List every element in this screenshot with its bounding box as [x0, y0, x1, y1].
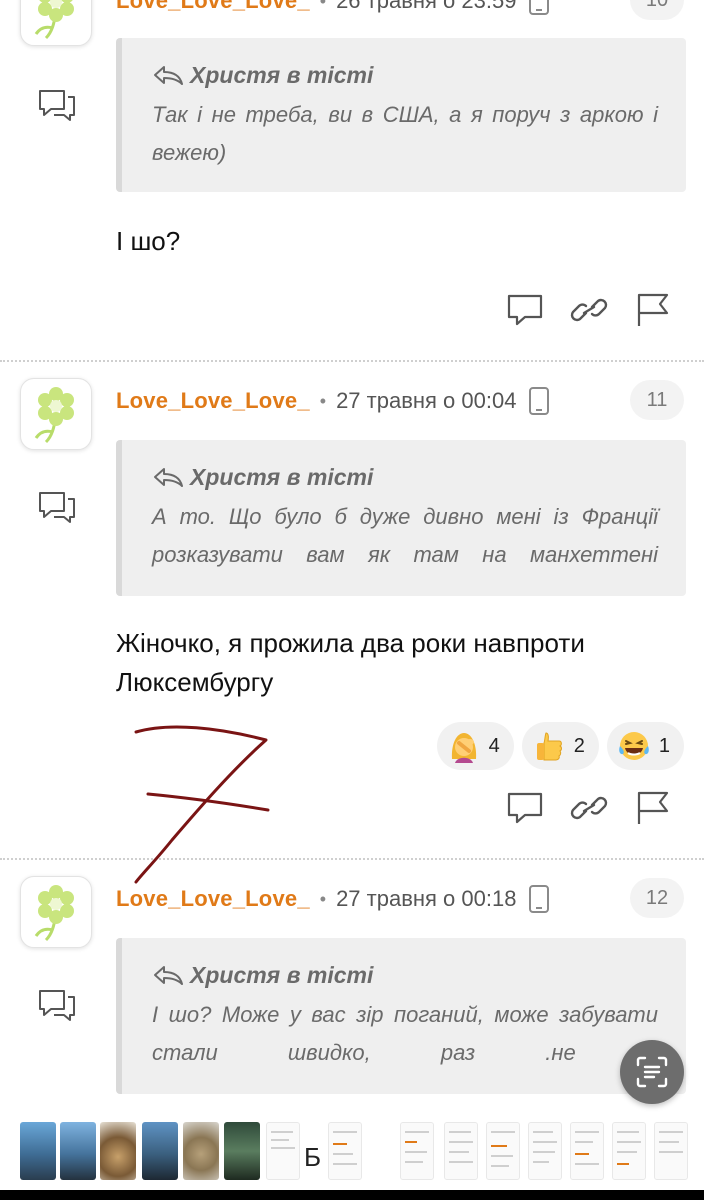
- photo-thumbnail[interactable]: [224, 1122, 260, 1180]
- quote-author[interactable]: Христя в тісті: [190, 62, 373, 89]
- screenshot-thumbnail[interactable]: [444, 1122, 478, 1180]
- photo-thumbnail[interactable]: [142, 1122, 178, 1180]
- flower-avatar-icon: [34, 885, 74, 942]
- photo-thumbnail[interactable]: [20, 1122, 56, 1180]
- separator-dot: •: [319, 888, 327, 909]
- comment-body: Жіночко, я прожила два роки навпроти Люк…: [116, 624, 676, 702]
- photo-thumbnail[interactable]: [60, 1122, 96, 1180]
- quote-author[interactable]: Христя в тісті: [190, 464, 373, 491]
- quote-header: Христя в тісті: [152, 960, 658, 990]
- screenshot-thumbnail[interactable]: [528, 1122, 562, 1180]
- strip-label: Б: [302, 1142, 324, 1173]
- reply-arrow-icon: [154, 66, 183, 85]
- reply-icon[interactable]: [37, 988, 77, 1022]
- screenshot-thumbnail[interactable]: [570, 1122, 604, 1180]
- mobile-phone-icon: [529, 387, 550, 415]
- comment-meta: Love_Love_Love_ • 27 травня о 00:04: [116, 386, 550, 416]
- quote-header: Христя в тісті: [152, 60, 658, 90]
- comment-body-line: Жіночко, я прожила два роки навпроти: [116, 628, 585, 658]
- report-button[interactable]: [632, 291, 674, 329]
- author-name[interactable]: Love_Love_Love_: [116, 388, 310, 414]
- comment-number-badge[interactable]: 11: [630, 380, 684, 420]
- comment-number-badge[interactable]: 12: [630, 878, 684, 918]
- reply-button[interactable]: [504, 789, 546, 827]
- comment-meta: Love_Love_Love_ • 26 травня о 23:59: [116, 0, 550, 16]
- quote-text: І шо? Може у вас зір поганий, може забув…: [152, 1002, 658, 1065]
- mobile-phone-icon: [529, 0, 550, 15]
- reaction-laughing[interactable]: 1: [606, 722, 684, 770]
- quote-text: А то. Що було б дуже дивно мені із Франц…: [152, 504, 658, 567]
- photo-thumbnail[interactable]: [100, 1122, 136, 1180]
- reply-icon[interactable]: [37, 490, 77, 524]
- comment-divider: [0, 360, 704, 362]
- quoted-reply[interactable]: Христя в тісті І шо? Може у вас зір пога…: [116, 938, 686, 1094]
- quoted-reply[interactable]: Христя в тісті А то. Що було б дуже дивн…: [116, 440, 686, 596]
- flower-avatar-icon: [34, 387, 74, 444]
- speech-bubble-icon: [507, 792, 543, 824]
- share-link-button[interactable]: [568, 789, 610, 827]
- bottom-bar: [0, 1190, 704, 1200]
- author-name[interactable]: Love_Love_Love_: [116, 0, 310, 14]
- screenshot-thumbnail[interactable]: [400, 1122, 434, 1180]
- comment-date: 27 травня о 00:18: [336, 886, 517, 911]
- thumbs-up-icon: [536, 732, 562, 761]
- comment-date: 26 травня о 23:59: [336, 0, 517, 13]
- reaction-facepalm[interactable]: 4: [436, 722, 514, 770]
- reaction-count: 1: [658, 734, 670, 757]
- reply-icon[interactable]: [37, 88, 77, 122]
- flower-avatar-icon: [34, 0, 74, 40]
- avatar[interactable]: [20, 876, 92, 948]
- screenshot-thumbnail[interactable]: [486, 1122, 520, 1180]
- separator-dot: •: [319, 390, 327, 411]
- reply-arrow-icon: [154, 966, 183, 985]
- facepalm-woman-icon: [451, 733, 476, 763]
- link-icon: [570, 796, 608, 820]
- avatar[interactable]: [20, 378, 92, 450]
- laughing-tears-icon: [619, 732, 649, 760]
- flag-icon: [637, 293, 669, 326]
- text-scan-button[interactable]: [620, 1040, 684, 1104]
- reaction-count: 4: [488, 734, 500, 757]
- link-icon: [570, 298, 608, 322]
- screenshot-thumbnail[interactable]: [612, 1122, 646, 1180]
- flag-icon: [637, 791, 669, 824]
- comment-actions: [482, 788, 674, 828]
- comment-date: 27 травня о 00:04: [336, 388, 517, 413]
- comment-number-badge[interactable]: 10: [630, 0, 684, 20]
- author-name[interactable]: Love_Love_Love_: [116, 886, 310, 912]
- reactions-bar: 4 2 1: [429, 722, 684, 770]
- screenshot-thumbnail[interactable]: [328, 1122, 362, 1180]
- comment-body: І шо?: [116, 226, 181, 256]
- quoted-reply[interactable]: Христя в тісті Так і не треба, ви в США,…: [116, 38, 686, 192]
- avatar[interactable]: [20, 0, 92, 46]
- separator-dot: •: [319, 0, 327, 11]
- report-button[interactable]: [632, 789, 674, 827]
- mobile-phone-icon: [529, 885, 550, 913]
- screenshot-thumbnail[interactable]: [654, 1122, 688, 1180]
- speech-bubble-icon: [507, 294, 543, 326]
- quote-text: Так і не треба, ви в США, а я поруч з ар…: [152, 102, 658, 165]
- reaction-count: 2: [573, 734, 585, 757]
- reaction-thumbs-up[interactable]: 2: [521, 722, 599, 770]
- comment-body-line: Люксембургу: [116, 667, 274, 697]
- thumbnail-strip: [0, 1122, 704, 1182]
- share-link-button[interactable]: [568, 291, 610, 329]
- comment-divider: [0, 858, 704, 860]
- reply-arrow-icon: [154, 468, 183, 487]
- comment-meta: Love_Love_Love_ • 27 травня о 00:18: [116, 884, 550, 914]
- quote-author[interactable]: Христя в тісті: [190, 962, 373, 989]
- reply-button[interactable]: [504, 291, 546, 329]
- scan-text-icon: [636, 1056, 668, 1088]
- screenshot-thumbnail[interactable]: [266, 1122, 300, 1180]
- quote-header: Христя в тісті: [152, 462, 658, 492]
- comment-actions: [482, 290, 674, 330]
- photo-thumbnail[interactable]: [183, 1122, 219, 1180]
